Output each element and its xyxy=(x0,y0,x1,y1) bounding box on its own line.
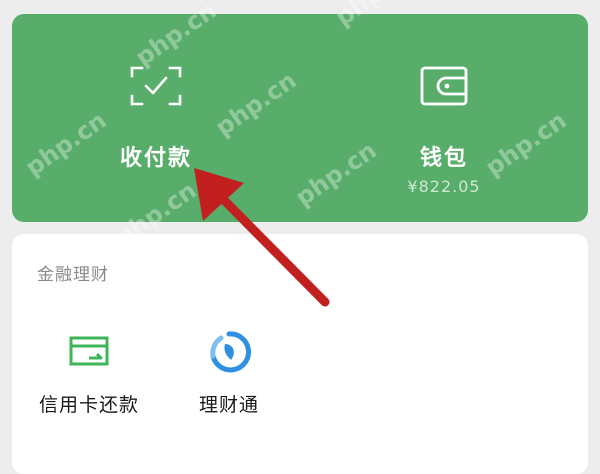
licaitong-button[interactable]: 理财通 xyxy=(164,330,294,430)
credit-card-repayment-label: 信用卡还款 xyxy=(38,394,139,416)
credit-card-icon xyxy=(69,336,109,366)
wallet-button[interactable]: 钱包 ¥822.05 xyxy=(300,14,588,222)
payment-button[interactable]: 收付款 xyxy=(12,14,300,222)
scan-frame-check-icon xyxy=(130,66,182,106)
licaitong-icon xyxy=(210,331,251,373)
wallet-icon xyxy=(420,66,468,106)
wallet-label: 钱包 xyxy=(419,146,468,171)
wallet-balance: ¥822.05 xyxy=(407,177,481,196)
payment-label: 收付款 xyxy=(119,146,192,171)
wallet-card: 收付款 钱包 ¥822.05 xyxy=(12,14,588,222)
licaitong-label: 理财通 xyxy=(198,394,259,416)
section-title: 金融理财 xyxy=(37,265,109,285)
credit-card-repayment-button[interactable]: 信用卡还款 xyxy=(24,330,154,430)
finance-section: 金融理财 信用卡还款 理财通 xyxy=(12,234,588,474)
